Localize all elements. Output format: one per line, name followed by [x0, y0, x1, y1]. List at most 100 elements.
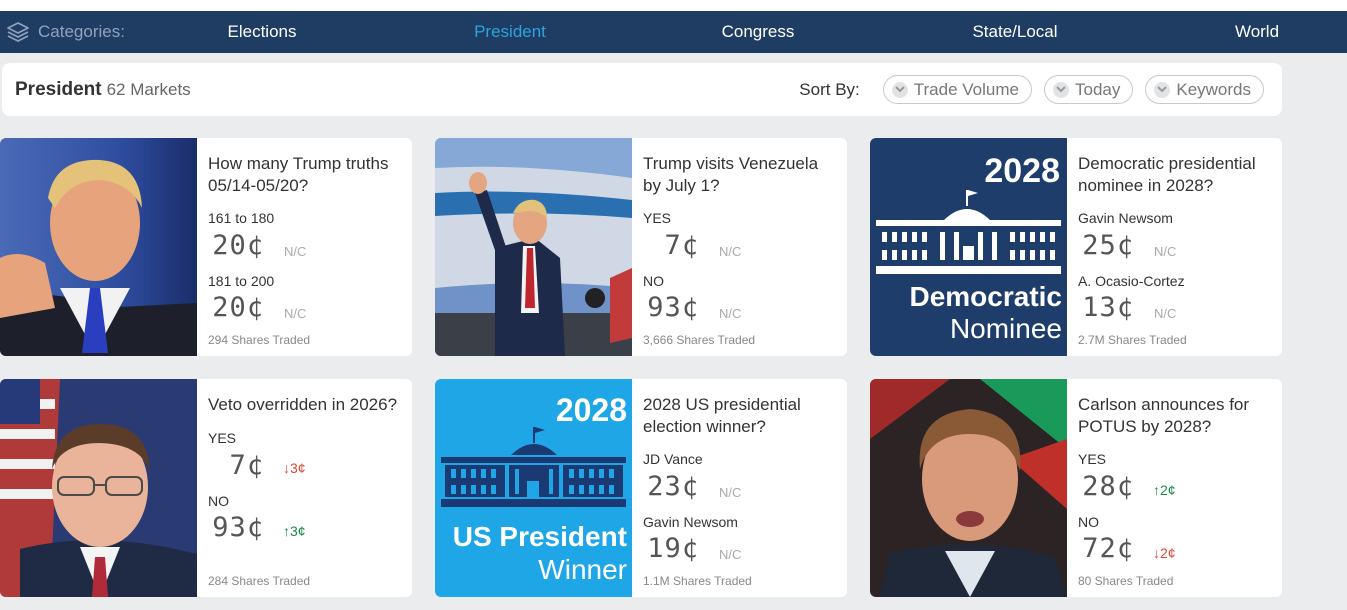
option-change-value: 3¢: [290, 460, 306, 476]
market-card-trump-venezuela[interactable]: Trump visits Venezuela by July 1? YES 7¢…: [435, 138, 847, 356]
option-price[interactable]: 25¢: [1078, 230, 1134, 261]
nav-elections[interactable]: Elections: [228, 11, 297, 53]
trump-portrait-image: [0, 138, 197, 356]
market-card-trump-truths[interactable]: How many Trump truths 05/14-05/20? 161 t…: [0, 138, 412, 356]
sort-today-label: Today: [1074, 79, 1121, 99]
shares-traded: 3,666 Shares Traded: [643, 333, 756, 347]
democratic-nominee-graphic: 2028 Democratic Nominee: [870, 138, 1067, 356]
shares-traded: 2.7M Shares Traded: [1078, 333, 1187, 347]
option-change: N/C: [1154, 306, 1177, 321]
graphic-year: 2028: [556, 392, 627, 428]
option-change-value: 2¢: [1160, 482, 1176, 498]
sort-keywords-label: Keywords: [1176, 79, 1251, 99]
option-price[interactable]: 13¢: [1078, 292, 1134, 323]
market-header: President 62 Markets Sort By: Trade Volu…: [2, 63, 1282, 116]
option-change: N/C: [284, 306, 307, 321]
option-change: ↓2¢: [1153, 545, 1176, 561]
option-label: YES: [1078, 451, 1107, 467]
arrow-down-icon: ↓: [283, 460, 290, 476]
graphic-year: 2028: [984, 152, 1060, 190]
sort-today-button[interactable]: Today: [1043, 75, 1134, 104]
nav-state-local[interactable]: State/Local: [972, 11, 1057, 53]
option-change: N/C: [719, 244, 742, 259]
option-price[interactable]: 7¢: [208, 450, 264, 481]
categories-label-text: Categories:: [38, 22, 125, 41]
market-card-body: 2028 US presidential election winner? JD…: [643, 379, 841, 597]
option-change-value: 3¢: [290, 523, 306, 539]
sort-trade-volume-button[interactable]: Trade Volume: [882, 75, 1032, 104]
top-strip: [0, 0, 1347, 11]
option-price[interactable]: 28¢: [1078, 471, 1134, 502]
option-label: Gavin Newsom: [643, 514, 738, 530]
shares-traded: 284 Shares Traded: [208, 574, 311, 588]
graphic-line2: Nominee: [950, 313, 1062, 344]
option-label: YES: [208, 430, 237, 446]
option-change-value: 2¢: [1160, 545, 1176, 561]
arrow-down-icon: ↓: [1153, 545, 1160, 561]
market-card-body: Carlson announces for POTUS by 2028? YES…: [1078, 379, 1276, 597]
option-change: ↓3¢: [283, 460, 306, 476]
nav-president[interactable]: President: [474, 11, 546, 53]
option-change: N/C: [284, 244, 307, 259]
market-card-carlson-potus[interactable]: Carlson announces for POTUS by 2028? YES…: [870, 379, 1282, 597]
option-price[interactable]: 20¢: [208, 230, 264, 261]
sort-controls: Sort By: Trade Volume Today Keywords: [799, 63, 1264, 116]
sort-keywords-button[interactable]: Keywords: [1145, 75, 1264, 104]
option-label: NO: [643, 273, 664, 289]
option-label: NO: [1078, 514, 1099, 530]
question-line: How many Trump truths: [208, 154, 389, 173]
nav-congress[interactable]: Congress: [722, 11, 795, 53]
market-card-body: Democratic presidential nominee in 2028?…: [1078, 138, 1276, 356]
question-line: election winner?: [643, 417, 766, 436]
question-line: by July 1?: [643, 176, 720, 195]
question-line: Trump visits Venezuela: [643, 154, 819, 173]
option-change: ↑2¢: [1153, 482, 1176, 498]
nav-world[interactable]: World: [1235, 11, 1279, 53]
market-question: How many Trump truths 05/14-05/20?: [208, 153, 406, 197]
option-price[interactable]: 72¢: [1078, 533, 1134, 564]
option-label: A. Ocasio-Cortez: [1078, 273, 1185, 289]
market-question: Veto overridden in 2026?: [208, 394, 406, 416]
market-question: Trump visits Venezuela by July 1?: [643, 153, 841, 197]
option-price[interactable]: 93¢: [208, 512, 264, 543]
shares-traded: 1.1M Shares Traded: [643, 574, 752, 588]
arrow-up-icon: ↑: [1153, 482, 1160, 498]
market-card-veto-overridden[interactable]: Veto overridden in 2026? YES 7¢ ↓3¢ NO 9…: [0, 379, 412, 597]
option-price[interactable]: 23¢: [643, 471, 699, 502]
market-card-democratic-nominee[interactable]: 2028 Democratic Nominee Democratic presi…: [870, 138, 1282, 356]
question-line: POTUS by 2028?: [1078, 417, 1212, 436]
market-card-body: Veto overridden in 2026? YES 7¢ ↓3¢ NO 9…: [208, 379, 406, 597]
question-line: Veto overridden in 2026?: [208, 395, 398, 414]
option-price[interactable]: 7¢: [643, 230, 699, 261]
shares-traded: 294 Shares Traded: [208, 333, 311, 347]
category-bar: Categories: Elections President Congress…: [0, 11, 1347, 53]
option-label: 161 to 180: [208, 210, 275, 226]
question-line: 2028 US presidential: [643, 395, 801, 414]
option-price[interactable]: 93¢: [643, 292, 699, 323]
market-card-us-president-winner[interactable]: 2028 US President Winner 2028 US preside…: [435, 379, 847, 597]
chevron-down-icon: [1154, 81, 1171, 98]
carlson-portrait-image: [870, 379, 1067, 597]
question-line: Carlson announces for: [1078, 395, 1250, 414]
categories-label: Categories:: [6, 11, 125, 53]
option-change: N/C: [719, 306, 742, 321]
option-price[interactable]: 20¢: [208, 292, 264, 323]
market-card-body: Trump visits Venezuela by July 1? YES 7¢…: [643, 138, 841, 356]
page-title-text: President: [15, 78, 102, 100]
market-card-body: How many Trump truths 05/14-05/20? 161 t…: [208, 138, 406, 356]
us-president-winner-graphic: 2028 US President Winner: [435, 379, 632, 597]
option-label: NO: [208, 493, 229, 509]
page-title: President 62 Markets: [15, 63, 191, 116]
market-count: 62 Markets: [106, 79, 191, 99]
chevron-down-icon: [1052, 81, 1069, 98]
option-label: JD Vance: [643, 451, 703, 467]
market-question: 2028 US presidential election winner?: [643, 394, 841, 438]
sort-trade-volume-label: Trade Volume: [913, 79, 1019, 99]
option-change: N/C: [719, 485, 742, 500]
johnson-portrait-image: [0, 379, 197, 597]
option-price[interactable]: 19¢: [643, 533, 699, 564]
question-line: Democratic presidential: [1078, 154, 1256, 173]
question-line: nominee in 2028?: [1078, 176, 1214, 195]
layers-icon: [7, 22, 29, 42]
graphic-line1: US President: [453, 521, 627, 552]
